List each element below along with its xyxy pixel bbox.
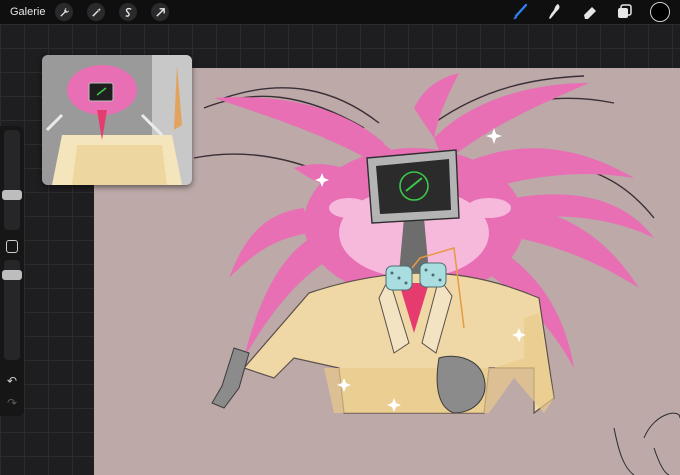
reference-image [42, 55, 192, 185]
left-sidebar: ↶ ↷ [0, 126, 24, 416]
arrow-cursor-icon [156, 7, 165, 17]
wrench-icon [60, 7, 70, 17]
eraser-tool-button[interactable] [579, 1, 601, 23]
layers-icon [618, 4, 632, 18]
gallery-button[interactable]: Galerie [10, 6, 45, 18]
smudge-icon [549, 4, 560, 19]
eraser-icon [584, 7, 596, 19]
transform-button[interactable] [151, 3, 170, 21]
redo-button[interactable]: ↷ [5, 396, 19, 410]
brush-size-thumb[interactable] [2, 190, 22, 200]
suit [242, 272, 555, 415]
color-picker-button[interactable] [650, 2, 670, 22]
smudge-tool-button[interactable] [544, 1, 566, 23]
top-toolbar: Galerie [0, 0, 680, 24]
adjustments-button[interactable] [87, 3, 106, 21]
opacity-thumb[interactable] [2, 270, 22, 280]
monitor-head [366, 149, 460, 224]
selection-s-icon [125, 7, 132, 17]
undo-button[interactable]: ↶ [5, 374, 19, 388]
brush-tool-button[interactable] [509, 1, 531, 23]
layers-tool-button[interactable] [614, 1, 636, 23]
right-tools [496, 0, 674, 24]
modify-button[interactable] [6, 240, 18, 253]
magic-wand-icon [92, 7, 102, 17]
brush-icon [513, 3, 528, 20]
actions-button[interactable] [55, 3, 74, 21]
selection-button[interactable] [119, 3, 138, 21]
reference-window[interactable] [42, 55, 192, 185]
corner-sketch [613, 412, 680, 475]
brush-size-slider[interactable] [4, 130, 20, 230]
